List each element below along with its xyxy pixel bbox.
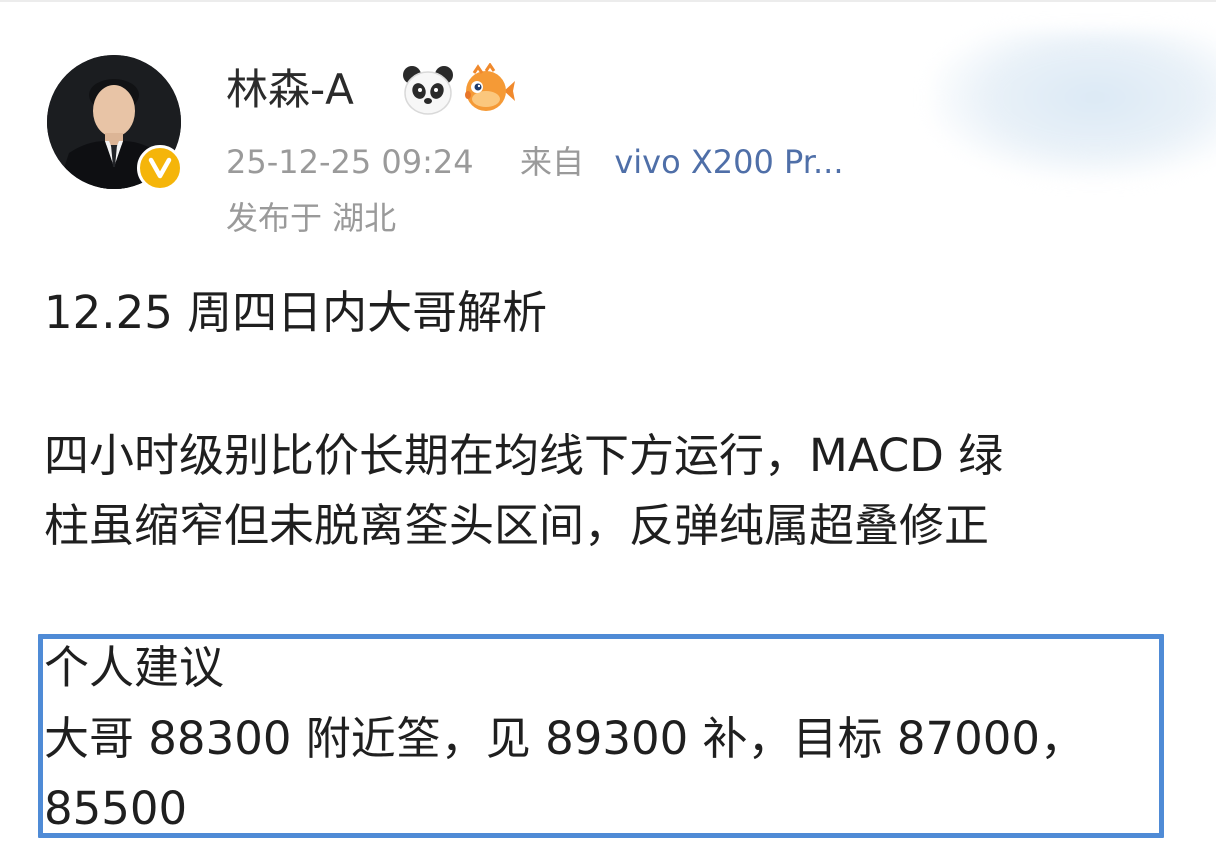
advice-highlight-box [38,634,1164,838]
username[interactable]: 林森-A [226,64,354,116]
post-location: 发布于 湖北 [226,199,397,237]
panda-emoji-icon [400,63,456,119]
weibo-post: 林森-A 25-12-25 09:24 来自 vivo X200 Pr... 发… [0,0,1216,851]
pufferfish-emoji-icon [460,62,516,119]
top-divider [0,0,1216,2]
verified-badge-icon [137,145,183,191]
source-prefix: 来自 [519,143,584,181]
blurred-background-decoration [930,30,1216,180]
post-timestamp: 25-12-25 09:24 [226,143,474,181]
analysis-line: 柱虽缩窄但未脱离筌头区间，反弹纯属超叠修正 [44,499,990,552]
post-meta: 25-12-25 09:24 来自 vivo X200 Pr... [226,140,844,184]
analysis-line: 四小时级别比价长期在均线下方运行，MACD 绿 [44,429,1004,482]
device-link[interactable]: vivo X200 Pr... [614,143,843,181]
post-title: 12.25 周四日内大哥解析 [44,286,548,339]
